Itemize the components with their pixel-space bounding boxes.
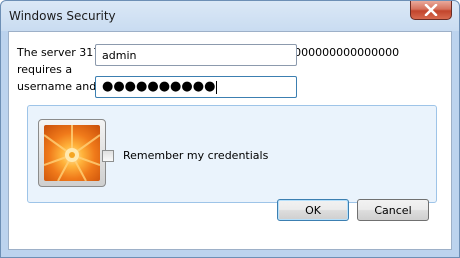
close-icon	[424, 4, 438, 16]
window-title: Windows Security	[9, 9, 116, 23]
remember-credentials-label: Remember my credentials	[123, 149, 269, 162]
remember-credentials-row[interactable]: Remember my credentials	[102, 149, 268, 162]
username-input[interactable]	[95, 44, 297, 66]
ok-button[interactable]: OK	[277, 199, 349, 221]
password-input[interactable]: ●●●●●●●●●●	[95, 76, 297, 98]
text-caret	[216, 80, 218, 94]
user-avatar	[38, 119, 106, 187]
password-masked-value: ●●●●●●●●●●	[102, 79, 216, 94]
close-button[interactable]	[410, 1, 452, 20]
remember-credentials-checkbox[interactable]	[102, 149, 114, 162]
windows-security-dialog: Windows Security The server 3170-1 at Di…	[0, 0, 460, 258]
cancel-button[interactable]: Cancel	[357, 199, 429, 221]
user-avatar-flower-icon	[44, 125, 100, 181]
